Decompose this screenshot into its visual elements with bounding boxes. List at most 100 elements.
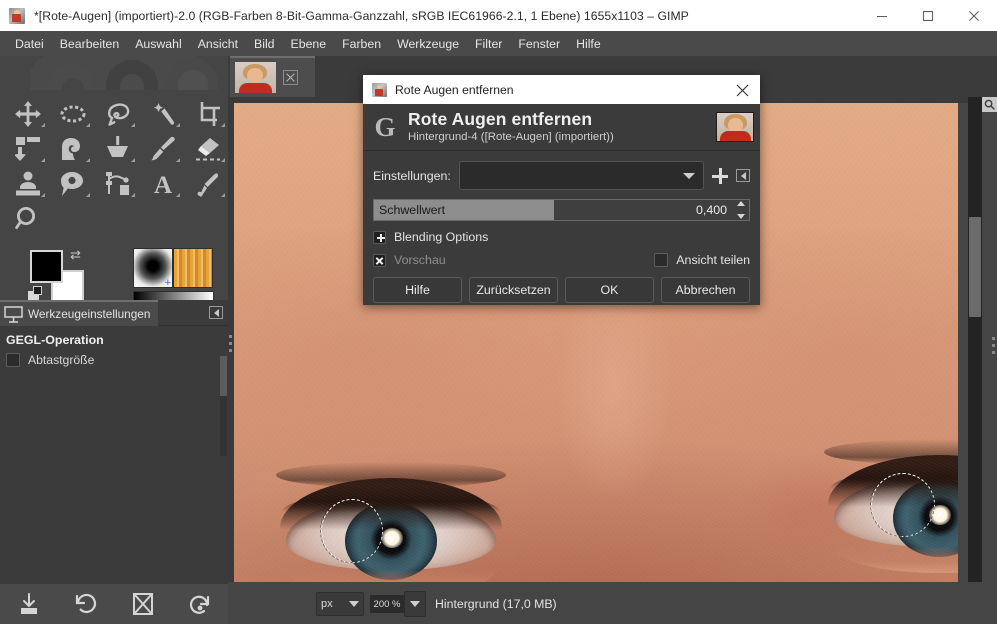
abtastgroesse-option[interactable]: Abtastgröße <box>0 351 228 367</box>
close-button[interactable] <box>951 0 997 31</box>
image-tab[interactable] <box>230 56 315 97</box>
dialog-close-button[interactable] <box>732 80 752 100</box>
eraser-tool-icon[interactable] <box>185 131 230 166</box>
svg-text:A: A <box>153 172 171 197</box>
gimp-image-icon <box>372 82 387 97</box>
unit-selector[interactable]: px <box>316 592 364 616</box>
smudge-tool-icon[interactable] <box>50 166 95 201</box>
cancel-button[interactable]: Abbrechen <box>661 277 750 303</box>
ok-button[interactable]: OK <box>565 277 654 303</box>
zoom-value: 200 % <box>373 598 401 610</box>
chevron-down-icon <box>349 601 359 607</box>
preview-checkbox[interactable] <box>373 253 386 267</box>
zoom-value-field[interactable]: 200 % <box>370 595 404 613</box>
dock-tab-label: Werkzeugeinstellungen <box>28 307 151 321</box>
menu-hilfe[interactable]: Hilfe <box>568 34 609 54</box>
menu-werkzeuge[interactable]: Werkzeuge <box>389 34 467 54</box>
menu-fenster[interactable]: Fenster <box>510 34 568 54</box>
gimp-application-window: *[Rote-Augen] (importiert)-2.0 (RGB-Farb… <box>0 0 997 624</box>
settings-combo[interactable] <box>458 161 704 190</box>
delete-tool-preset-icon[interactable] <box>126 590 160 618</box>
bucket-fill-tool-icon[interactable] <box>95 131 140 166</box>
pattern-swatch-icon[interactable] <box>173 248 213 288</box>
minimize-button[interactable] <box>859 0 905 31</box>
add-preset-icon[interactable] <box>712 167 728 184</box>
dock-tabstrip: Werkzeugeinstellungen <box>0 300 228 326</box>
settings-label: Einstellungen: <box>373 168 451 183</box>
color-picker-tool-icon[interactable] <box>185 166 230 201</box>
fuzzy-select-tool-icon[interactable] <box>140 96 185 131</box>
tool-preset-toolbar <box>0 583 228 624</box>
blending-options-row[interactable]: Blending Options <box>373 230 750 244</box>
save-tool-preset-icon[interactable] <box>12 590 46 618</box>
image-statusbar: px 200 % Hintergrund (17,0 MB) <box>228 584 997 624</box>
window-titlebar: *[Rote-Augen] (importiert)-2.0 (RGB-Farb… <box>0 0 997 31</box>
reset-tool-options-icon[interactable] <box>183 590 217 618</box>
preview-label: Vorschau <box>394 253 446 267</box>
foreground-color-swatch[interactable] <box>30 250 63 283</box>
help-button[interactable]: Hilfe <box>373 277 462 303</box>
dialog-subheading: Hintergrund-4 ([Rote-Augen] (importiert)… <box>408 131 614 143</box>
move-tool-icon[interactable] <box>5 96 50 131</box>
abtastgroesse-checkbox[interactable] <box>6 353 20 367</box>
preset-menu-icon[interactable] <box>736 169 750 182</box>
paintbrush-tool-icon[interactable] <box>140 131 185 166</box>
warp-transform-tool-icon[interactable] <box>50 131 95 166</box>
tool-options-icon <box>4 305 23 323</box>
menu-auswahl[interactable]: Auswahl <box>127 34 189 54</box>
right-dock-handle[interactable] <box>992 337 995 357</box>
zoom-tool-icon[interactable] <box>5 201 50 236</box>
window-controls <box>859 0 997 31</box>
free-select-tool-icon[interactable] <box>95 96 140 131</box>
canvas-vertical-scrollbar[interactable] <box>968 97 982 582</box>
threshold-slider[interactable]: Schwellwert 0,400 <box>373 199 750 221</box>
menu-bild[interactable]: Bild <box>246 34 283 54</box>
dialog-body: Einstellungen: Schwellwert 0,400 Blendin… <box>363 151 760 305</box>
preview-row: Vorschau Ansicht teilen <box>373 253 750 267</box>
spinner-arrows-icon[interactable] <box>734 201 747 219</box>
gimp-g-logo: G <box>371 112 399 142</box>
crop-tool-icon[interactable] <box>185 96 230 131</box>
reset-button[interactable]: Zurücksetzen <box>469 277 558 303</box>
maximize-button[interactable] <box>905 0 951 31</box>
threshold-label: Schwellwert <box>379 203 446 217</box>
dialog-title: Rote Augen entfernen <box>395 82 514 97</box>
foreground-background-colors[interactable]: ⇄ <box>28 248 90 303</box>
tab-werkzeugeinstellungen[interactable]: Werkzeugeinstellungen <box>0 300 159 326</box>
ellipse-select-tool-icon[interactable] <box>50 96 95 131</box>
blending-options-label: Blending Options <box>394 230 489 244</box>
transform-tool-icon[interactable] <box>5 131 50 166</box>
menu-farben[interactable]: Farben <box>334 34 389 54</box>
menu-filter[interactable]: Filter <box>467 34 510 54</box>
gimp-image-icon <box>9 7 25 24</box>
zoom-dropdown-button[interactable] <box>404 591 426 617</box>
dialog-titlebar: Rote Augen entfernen <box>363 75 760 104</box>
tool-options-dock: Werkzeugeinstellungen GEGL-Operation Abt… <box>0 300 228 583</box>
text-tool-icon[interactable]: A <box>140 166 185 201</box>
dialog-header: G Rote Augen entfernen Hintergrund-4 ([R… <box>363 104 760 151</box>
menu-ansicht[interactable]: Ansicht <box>190 34 246 54</box>
menu-ebene[interactable]: Ebene <box>283 34 335 54</box>
chevron-down-icon <box>410 601 420 607</box>
expander-plus-icon[interactable] <box>373 230 386 244</box>
zoom-image-window-icon[interactable] <box>982 97 997 112</box>
svg-text:G: G <box>374 113 395 141</box>
clone-tool-icon[interactable] <box>5 166 50 201</box>
dock-menu-icon[interactable] <box>209 306 223 319</box>
left-dock-handle[interactable] <box>229 335 232 355</box>
close-tab-icon[interactable] <box>283 70 298 85</box>
menu-bearbeiten[interactable]: Bearbeiten <box>52 34 127 54</box>
swap-colors-icon[interactable]: ⇄ <box>70 248 86 262</box>
threshold-value: 0,400 <box>695 203 727 217</box>
split-view-checkbox[interactable] <box>654 253 669 267</box>
dialog-buttons: Hilfe Zurücksetzen OK Abbrechen <box>373 277 750 303</box>
gegl-operation-title: GEGL-Operation <box>6 333 104 347</box>
dock-scrollbar[interactable] <box>220 356 227 456</box>
menu-datei[interactable]: Datei <box>7 34 52 54</box>
restore-tool-preset-icon[interactable] <box>69 590 103 618</box>
abtastgroesse-label: Abtastgröße <box>28 353 95 367</box>
dock-content: GEGL-Operation Abtastgröße <box>0 326 228 456</box>
paths-tool-icon[interactable] <box>95 166 140 201</box>
brush-swatch-icon[interactable] <box>133 248 173 289</box>
split-view-label: Ansicht teilen <box>676 253 750 267</box>
